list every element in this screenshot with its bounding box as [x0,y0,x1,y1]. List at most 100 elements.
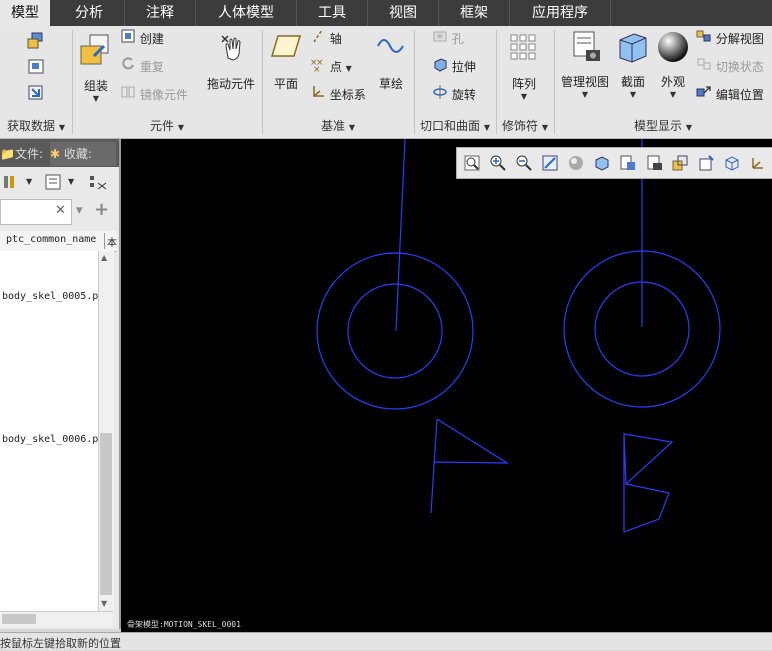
tab-frame[interactable]: 框架 [439,0,509,26]
pattern-icon [510,34,536,60]
revolve-button[interactable]: 旋转 [432,84,476,106]
manage-views-icon [573,31,600,61]
tree-columns-icon[interactable] [88,173,110,194]
exploded-view-button[interactable]: 分解视图 [696,28,764,50]
tab-human-model[interactable]: 人体模型 [196,0,296,26]
scroll-up-icon[interactable]: ▲ [101,253,107,262]
point-button[interactable]: × × × 点 ▼ [310,56,352,78]
create-button[interactable]: 创建 [120,28,164,50]
status-bar: 按鼠标左键拾取新的位置 [0,632,772,650]
panel-toolbar: ▼ ▼ [0,169,119,197]
ribbon: 获取数据 ▼ 组装 ▼ 创建 重复 镜像元件 拖动元件 元件 ▼ 平面 轴 × ×… [0,26,772,139]
tab-view[interactable]: 视图 [368,0,438,26]
tree-settings-dropdown[interactable]: ▼ [26,177,32,186]
group-label-datum[interactable]: 基准 ▼ [262,116,414,136]
inner-circle-a[interactable] [347,283,443,379]
appearance-sphere-icon [658,32,688,62]
saved-orientations-icon[interactable] [593,154,611,175]
hand-drag-icon [221,35,241,61]
tree-filter-dropdown[interactable]: ▼ [68,177,74,186]
repaint-icon[interactable] [541,154,559,175]
display-style-icon[interactable] [567,154,585,175]
csys-button[interactable]: 坐标系 [310,84,366,106]
tab-annotate[interactable]: 注释 [125,0,195,26]
favorites-icon: ✱ [50,147,61,161]
model-canvas[interactable] [121,139,772,632]
horizontal-scrollbar[interactable] [0,611,113,627]
scrollbar-thumb[interactable] [100,433,112,595]
sketch-button[interactable]: 草绘 [372,32,410,92]
tree-settings-icon[interactable] [2,173,20,194]
axis-line-a[interactable] [395,139,406,332]
tab-favorites[interactable]: ✱ 收藏: [50,142,116,166]
manage-views-button[interactable]: 管理视图 ▼ [558,30,612,99]
letter-a-glyph[interactable] [430,418,510,514]
group-label-component[interactable]: 元件 ▼ [72,116,262,136]
tab-tools[interactable]: 工具 [297,0,367,26]
zoom-in-icon[interactable] [489,154,507,175]
csys-icon [310,84,326,107]
column-header-name[interactable]: ptc_common_name [6,234,96,245]
model-tree-panel: 📁文件: ✱ 收藏: ▼ ▼ ✕ ▾ + ptc_common_name 本 b… [0,139,121,629]
get-data-icon-2[interactable] [26,58,46,79]
group-label-model-display[interactable]: 模型显示 ▼ [554,116,772,136]
camera-view-icon[interactable] [645,154,663,175]
list-item[interactable]: body_skel_0006.p [2,434,98,445]
tab-file-browser[interactable]: 📁文件: [0,142,48,166]
view-manager-icon[interactable] [619,154,637,175]
extrude-icon [432,56,448,79]
axis-icon [310,28,326,51]
zoom-out-icon[interactable] [515,154,533,175]
repeat-icon [120,56,136,79]
tab-analysis[interactable]: 分析 [54,0,124,26]
annotation-display-icon[interactable] [697,154,715,175]
assemble-button[interactable]: 组装 ▼ [76,32,116,103]
tree-list: body_skel_0005.p body_skel_0006.p [0,251,98,611]
plane-icon [270,35,302,57]
outer-circle-a[interactable] [316,252,474,410]
column-header-extra[interactable]: 本 [107,234,117,249]
plane-button[interactable]: 平面 [266,32,306,92]
appearance-button[interactable]: 外观 ▼ [656,30,690,99]
tab-model[interactable]: 模型 [0,0,50,26]
create-icon [120,28,136,51]
group-label-get-data[interactable]: 获取数据 ▼ [0,116,72,136]
h-scrollbar-thumb[interactable] [2,614,36,624]
add-icon[interactable]: + [94,199,109,220]
repeat-button[interactable]: 重复 [120,56,164,78]
drag-component-button[interactable]: 拖动元件 [202,32,260,92]
model-name-label: 骨架模型:MOTION_SKEL_0001 [127,620,241,629]
spin-center-icon[interactable] [723,154,741,175]
section-icon [619,33,647,63]
graphics-window[interactable]: 骨架模型:MOTION_SKEL_0001 [121,139,772,632]
section-button[interactable]: 截面 ▼ [616,30,650,99]
extrude-button[interactable]: 拉伸 [432,56,476,78]
get-data-icon-1[interactable] [26,32,46,53]
get-data-icon-3[interactable] [26,84,46,105]
coordinate-display-icon[interactable] [749,154,767,175]
panel-tab-strip: 📁文件: ✱ 收藏: [0,139,119,167]
column-header-row: ptc_common_name 本 [0,231,117,252]
edit-position-button[interactable]: 编辑位置 [696,84,764,106]
letter-b-glyph[interactable] [623,433,674,533]
pattern-button[interactable]: 阵列 ▼ [504,32,544,101]
hole-button[interactable]: 孔 [432,28,464,50]
tree-filter-icon[interactable] [44,173,62,194]
axis-button[interactable]: 轴 [310,28,342,50]
group-label-modifiers[interactable]: 修饰符 ▼ [496,116,554,136]
clear-search-icon[interactable]: ✕ [55,203,66,218]
list-item[interactable]: body_skel_0005.p [2,291,98,302]
refit-icon[interactable] [463,154,481,175]
edit-position-icon [696,84,712,107]
tab-applications[interactable]: 应用程序 [510,0,610,26]
mirror-component-button[interactable]: 镜像元件 [120,84,188,106]
vertical-scrollbar[interactable]: ▲ ▼ [98,251,114,611]
file-browser-icon: 📁 [0,147,15,161]
toggle-state-icon [696,56,712,79]
point-icon: × × × [310,56,326,79]
search-dropdown-icon[interactable]: ▾ [76,203,83,218]
datum-display-icon[interactable] [671,154,689,175]
scroll-down-icon[interactable]: ▼ [101,599,107,608]
toggle-state-button[interactable]: 切换状态 [696,56,764,78]
group-label-cut-surface[interactable]: 切口和曲面 ▼ [414,116,496,136]
